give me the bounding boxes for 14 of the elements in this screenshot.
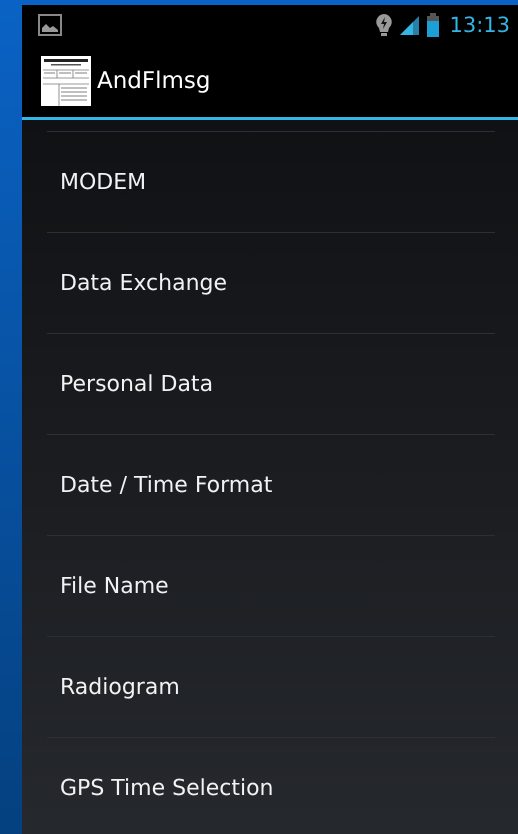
menu-item[interactable]: Data Exchange — [47, 233, 495, 334]
battery-icon — [427, 12, 440, 36]
menu-item[interactable]: MODEM — [47, 132, 495, 233]
menu-item[interactable]: Date / Time Format — [47, 435, 495, 536]
menu-item[interactable]: Radiogram — [47, 637, 495, 738]
signal-icon — [399, 14, 422, 36]
menu-item[interactable]: Personal Data — [47, 334, 495, 435]
lightbulb-icon — [375, 12, 394, 36]
menu-item[interactable]: File Name — [47, 536, 495, 637]
image-icon — [38, 14, 62, 36]
app-title: AndFlmsg — [97, 68, 211, 94]
menu-item[interactable]: GPS Time Selection — [47, 738, 495, 834]
clock-time: 13:13 — [449, 12, 510, 36]
document-icon — [41, 56, 91, 106]
